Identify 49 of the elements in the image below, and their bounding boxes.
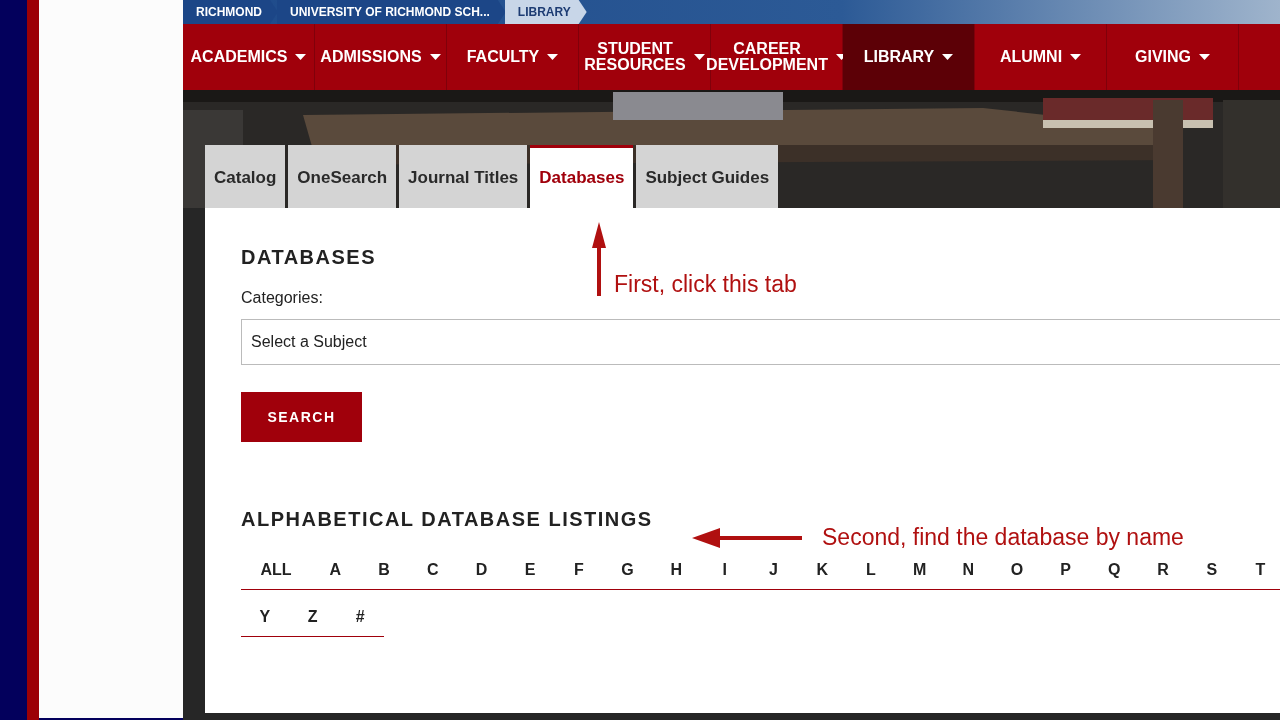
- annotation-text: Second, find the database by name: [822, 524, 1184, 551]
- tab[interactable]: OneSearch: [288, 145, 397, 208]
- tab[interactable]: Databases: [530, 145, 634, 208]
- letter-link[interactable]: T: [1236, 561, 1280, 579]
- letter-link[interactable]: N: [943, 561, 993, 579]
- letter-link[interactable]: R: [1138, 561, 1188, 579]
- arrow-icon: [692, 527, 802, 548]
- caret-icon: [547, 54, 559, 60]
- caret-icon: [1070, 54, 1082, 60]
- field-label: Categories:: [241, 289, 324, 307]
- letter-link[interactable]: S: [1187, 561, 1237, 579]
- letter-link[interactable]: P: [1041, 561, 1090, 579]
- subject-select[interactable]: Select a Subject: [241, 319, 1280, 365]
- caret-icon: [295, 54, 307, 60]
- letter-link[interactable]: #: [336, 608, 385, 626]
- letter-link[interactable]: K: [797, 561, 847, 579]
- letter-link[interactable]: J: [749, 561, 798, 579]
- section-heading: DATABASES: [241, 246, 376, 269]
- letter-link[interactable]: B: [359, 561, 409, 579]
- letter-link[interactable]: D: [457, 561, 506, 579]
- letter-link[interactable]: ALL: [241, 561, 311, 579]
- letter-link[interactable]: E: [505, 561, 555, 579]
- letter-link[interactable]: C: [408, 561, 458, 579]
- tab[interactable]: Journal Titles: [399, 145, 528, 208]
- search-button[interactable]: SEARCH: [241, 392, 362, 442]
- tab[interactable]: Catalog: [205, 145, 286, 208]
- letter-link[interactable]: H: [651, 561, 701, 579]
- section-heading: ALPHABETICAL DATABASE LISTINGS: [241, 508, 653, 531]
- annotation-text: First, click this tab: [614, 271, 797, 298]
- letter-link[interactable]: G: [603, 561, 652, 579]
- letter-link[interactable]: A: [311, 561, 360, 579]
- caret-icon: [1199, 54, 1210, 60]
- breadcrumb-link[interactable]: LIBRARY: [504, 0, 587, 24]
- letter-link[interactable]: L: [846, 561, 896, 579]
- letter-link[interactable]: I: [700, 561, 750, 579]
- caret-icon: [942, 54, 954, 60]
- breadcrumb-link[interactable]: RICHMOND: [183, 0, 278, 24]
- caret-icon: [429, 54, 441, 60]
- letter-link[interactable]: F: [554, 561, 604, 579]
- letter-link[interactable]: Q: [1090, 561, 1139, 579]
- nav-menu-item[interactable]: LIBRARY: [843, 24, 975, 90]
- letter-link[interactable]: O: [992, 561, 1042, 579]
- letter-link[interactable]: Z: [288, 608, 337, 626]
- letter-link[interactable]: Y: [241, 608, 289, 626]
- breadcrumb-link[interactable]: UNIVERSITY OF RICHMOND SCH...: [277, 0, 506, 24]
- caret-icon: [693, 54, 705, 60]
- tab[interactable]: Subject Guides: [636, 145, 779, 208]
- letter-link[interactable]: M: [895, 561, 944, 579]
- arrow-icon: [592, 222, 606, 296]
